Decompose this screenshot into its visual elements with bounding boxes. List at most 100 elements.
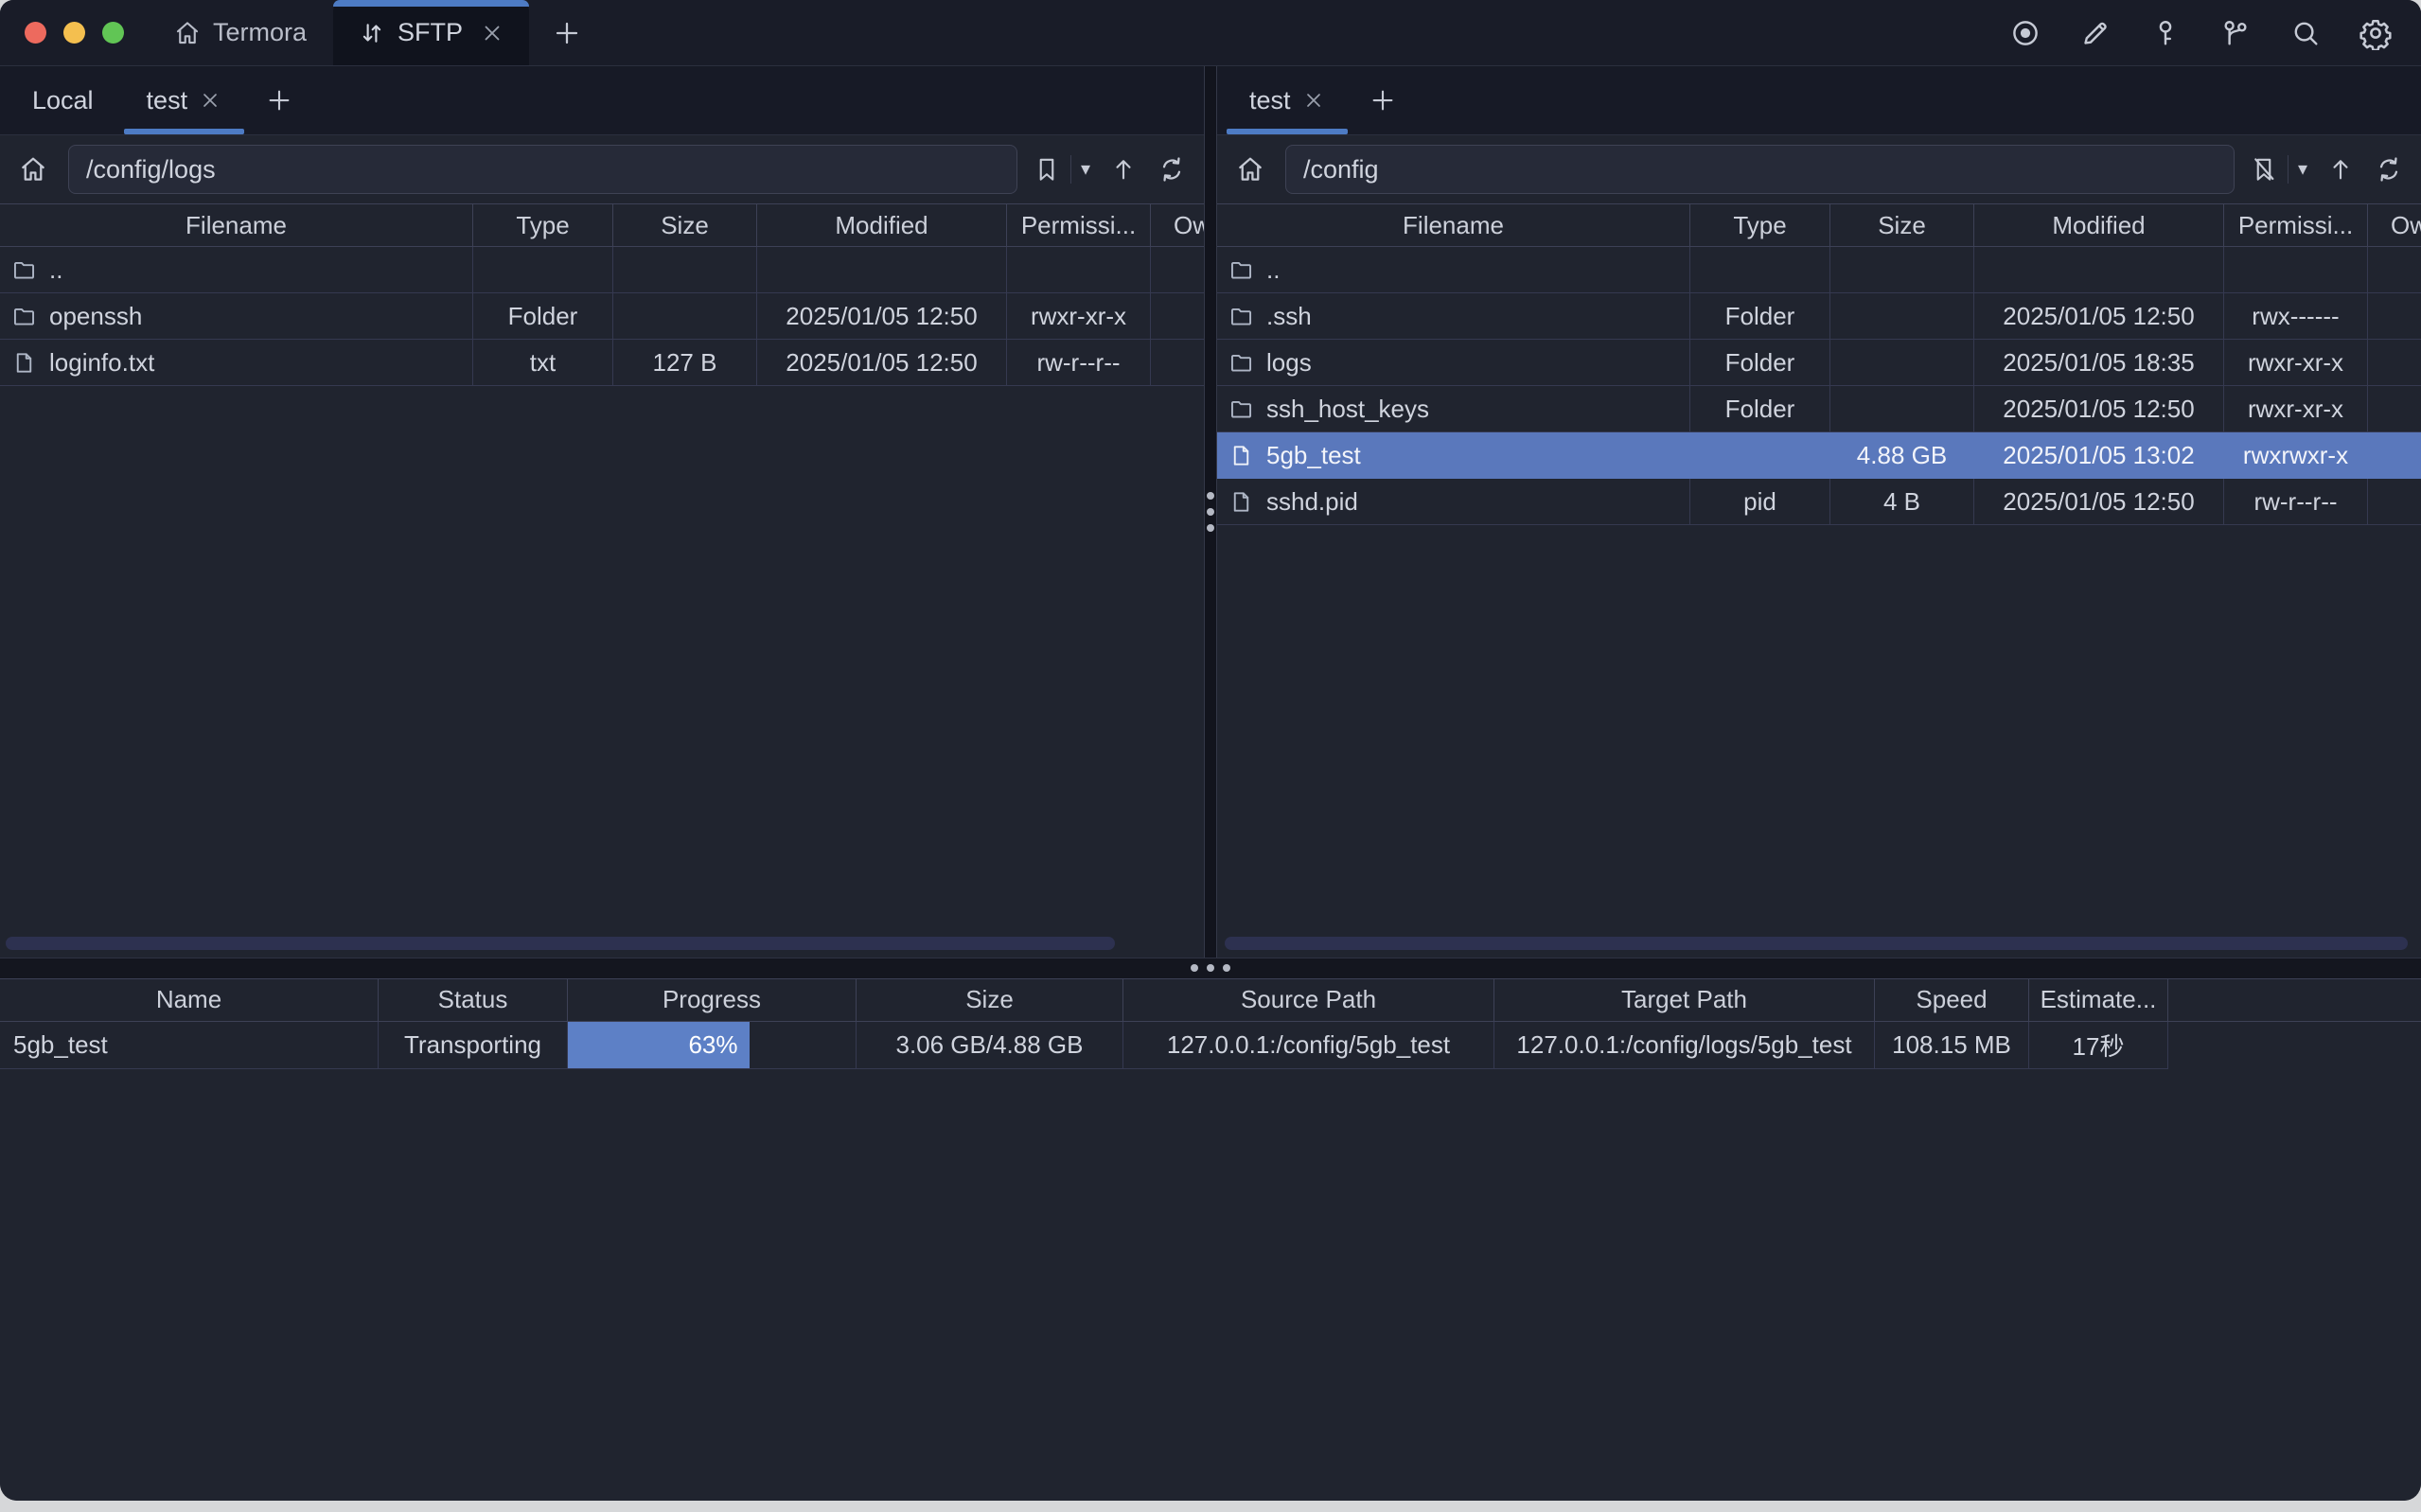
home-icon[interactable]: [13, 154, 53, 185]
remote-table-body: ...sshFolder2025/01/05 12:50rwx------log…: [1217, 247, 2421, 958]
cell-owner: [2368, 293, 2421, 339]
cell-permissions: rw-r--r--: [2224, 479, 2368, 524]
tab-test-right[interactable]: test: [1223, 66, 1352, 134]
column-header[interactable]: Modified: [757, 204, 1007, 246]
path-input[interactable]: [68, 145, 1017, 194]
transfer-divider[interactable]: [0, 958, 2421, 978]
column-header[interactable]: Estimate...: [2029, 979, 2168, 1021]
cell-transfer-size: 3.06 GB/4.88 GB: [857, 1022, 1123, 1069]
arrow-up-icon[interactable]: [2326, 155, 2355, 184]
home-icon[interactable]: [1230, 154, 1270, 185]
column-header[interactable]: Permissi...: [2224, 204, 2368, 246]
branch-icon[interactable]: [2211, 9, 2260, 58]
filename-label: ssh_host_keys: [1266, 395, 1429, 424]
key-icon[interactable]: [2141, 9, 2190, 58]
divider-dot: [1207, 524, 1214, 532]
caret-down-icon[interactable]: ▾: [1081, 160, 1090, 179]
close-icon[interactable]: [199, 89, 221, 112]
cell-size: 4 B: [1830, 479, 1974, 524]
arrow-up-icon[interactable]: [1109, 155, 1138, 184]
column-header[interactable]: Ow: [1151, 204, 1204, 246]
gear-icon[interactable]: [2351, 9, 2400, 58]
hscroll-thumb[interactable]: [1225, 937, 2408, 950]
main-split: Local test: [0, 66, 2421, 958]
local-pathbar: ▾: [0, 135, 1204, 203]
cell-size: [1830, 340, 1974, 385]
column-header[interactable]: Size: [857, 979, 1123, 1021]
cell-owner: [2368, 432, 2421, 478]
cell-modified: 2025/01/05 18:35: [1974, 340, 2224, 385]
column-header[interactable]: Name: [0, 979, 379, 1021]
file-row[interactable]: ssh_host_keysFolder2025/01/05 12:50rwxr-…: [1217, 386, 2421, 432]
cell-source-path: 127.0.0.1:/config/5gb_test: [1123, 1022, 1494, 1069]
column-header[interactable]: Modified: [1974, 204, 2224, 246]
column-header[interactable]: Filename: [0, 204, 473, 246]
transfer-icon: [358, 19, 386, 47]
tab-termora[interactable]: Termora: [152, 0, 327, 65]
minimize-window-button[interactable]: [63, 22, 85, 44]
close-icon[interactable]: [1302, 89, 1325, 112]
column-header[interactable]: Type: [1690, 204, 1830, 246]
column-header[interactable]: Ow: [2368, 204, 2421, 246]
titlebar: Termora SFTP: [0, 0, 2421, 66]
filename-label: sshd.pid: [1266, 487, 1358, 517]
refresh-icon[interactable]: [2374, 154, 2404, 185]
filename-label: 5gb_test: [1266, 441, 1361, 470]
record-icon[interactable]: [2001, 9, 2050, 58]
cell-type: Folder: [1690, 340, 1830, 385]
maximize-window-button[interactable]: [102, 22, 124, 44]
cell-modified: 2025/01/05 12:50: [1974, 479, 2224, 524]
file-row[interactable]: 5gb_test4.88 GB2025/01/05 13:02rwxrwxr-x: [1217, 432, 2421, 479]
bookmark-icon[interactable]: [1033, 155, 1061, 184]
file-row[interactable]: ..: [0, 247, 1204, 293]
column-header[interactable]: Source Path: [1123, 979, 1494, 1021]
close-window-button[interactable]: [25, 22, 46, 44]
column-header[interactable]: Permissi...: [1007, 204, 1151, 246]
refresh-icon[interactable]: [1157, 154, 1187, 185]
pane-divider[interactable]: [1204, 66, 1217, 958]
cell-type: [473, 247, 613, 292]
tab-test-left[interactable]: test: [120, 66, 249, 134]
close-icon[interactable]: [480, 21, 504, 45]
filename-label: .ssh: [1266, 302, 1312, 331]
column-header[interactable]: Progress: [568, 979, 857, 1021]
bookmark-slash-icon[interactable]: [2250, 155, 2278, 184]
tab-local[interactable]: Local: [6, 66, 120, 134]
cell-size: 127 B: [613, 340, 757, 385]
file-row[interactable]: ..: [1217, 247, 2421, 293]
cell-modified: 2025/01/05 12:50: [757, 293, 1007, 339]
hscroll-thumb[interactable]: [6, 937, 1115, 950]
remote-path-tools: ▾: [2250, 154, 2404, 185]
file-row[interactable]: loginfo.txttxt127 B2025/01/05 12:50rw-r-…: [0, 340, 1204, 386]
remote-hscrollbar: [1217, 937, 2421, 950]
file-row[interactable]: .sshFolder2025/01/05 12:50rwx------: [1217, 293, 2421, 340]
cell-speed: 108.15 MB: [1875, 1022, 2029, 1069]
cell-size: [1830, 386, 1974, 431]
file-row[interactable]: opensshFolder2025/01/05 12:50rwxr-xr-x: [0, 293, 1204, 340]
local-path-tools: ▾: [1033, 154, 1187, 185]
column-header[interactable]: Status: [379, 979, 568, 1021]
column-header[interactable]: Type: [473, 204, 613, 246]
column-header[interactable]: Filename: [1217, 204, 1690, 246]
new-window-tab-button[interactable]: [529, 0, 605, 65]
tab-sftp[interactable]: SFTP: [333, 0, 529, 65]
search-icon[interactable]: [2281, 9, 2330, 58]
cell-size: [1830, 293, 1974, 339]
cell-owner: [1151, 247, 1204, 292]
new-pane-tab-button[interactable]: [248, 66, 310, 134]
path-input[interactable]: [1285, 145, 2235, 194]
folder-icon: [1228, 304, 1254, 329]
transfer-row[interactable]: 5gb_testTransporting63%3.06 GB/4.88 GB12…: [0, 1022, 2421, 1069]
cell-owner: [2368, 479, 2421, 524]
column-header[interactable]: Target Path: [1494, 979, 1875, 1021]
file-row[interactable]: logsFolder2025/01/05 18:35rwxr-xr-x: [1217, 340, 2421, 386]
pencil-icon[interactable]: [2071, 9, 2120, 58]
file-row[interactable]: sshd.pidpid4 B2025/01/05 12:50rw-r--r--: [1217, 479, 2421, 525]
caret-down-icon[interactable]: ▾: [2298, 160, 2307, 179]
cell-filename: loginfo.txt: [0, 340, 473, 385]
new-pane-tab-button[interactable]: [1352, 66, 1414, 134]
column-header[interactable]: Size: [613, 204, 757, 246]
column-header[interactable]: Speed: [1875, 979, 2029, 1021]
cell-filename: openssh: [0, 293, 473, 339]
column-header[interactable]: Size: [1830, 204, 1974, 246]
